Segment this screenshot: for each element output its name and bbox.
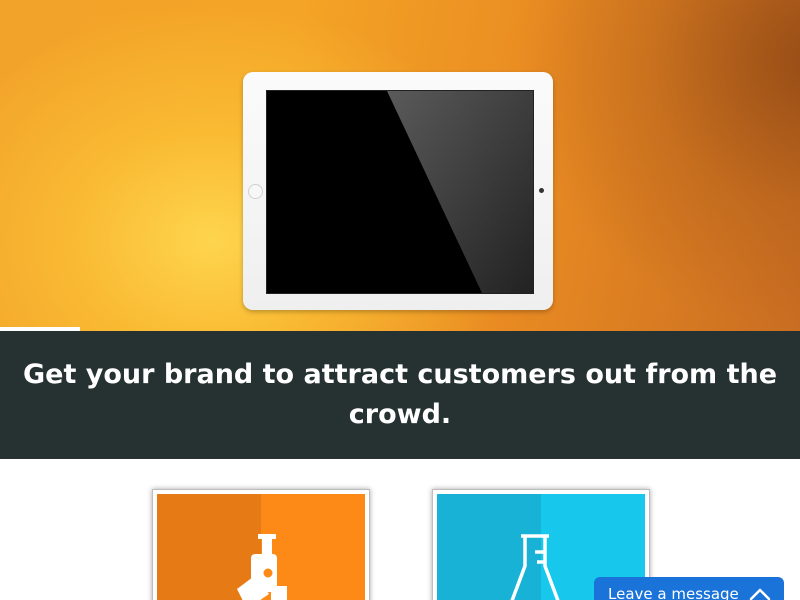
leave-message-label: Leave a message — [608, 585, 739, 600]
hero-slider — [0, 0, 800, 331]
tablet-image — [243, 72, 553, 310]
microscope-icon — [237, 534, 287, 600]
chevron-up-icon[interactable] — [748, 584, 772, 600]
tagline-banner: Get your brand to attract customers out … — [0, 331, 800, 459]
service-card-image — [157, 494, 365, 600]
tablet-screen — [266, 90, 534, 294]
screen-glare-icon — [267, 91, 533, 293]
tablet-camera-icon — [539, 188, 544, 193]
tablet-home-button-icon — [248, 184, 263, 199]
page: Get your brand to attract customers out … — [0, 0, 800, 600]
leave-message-widget[interactable]: Leave a message — [594, 577, 784, 600]
service-card-research[interactable] — [152, 489, 370, 600]
tagline-heading: Get your brand to attract customers out … — [22, 359, 778, 430]
